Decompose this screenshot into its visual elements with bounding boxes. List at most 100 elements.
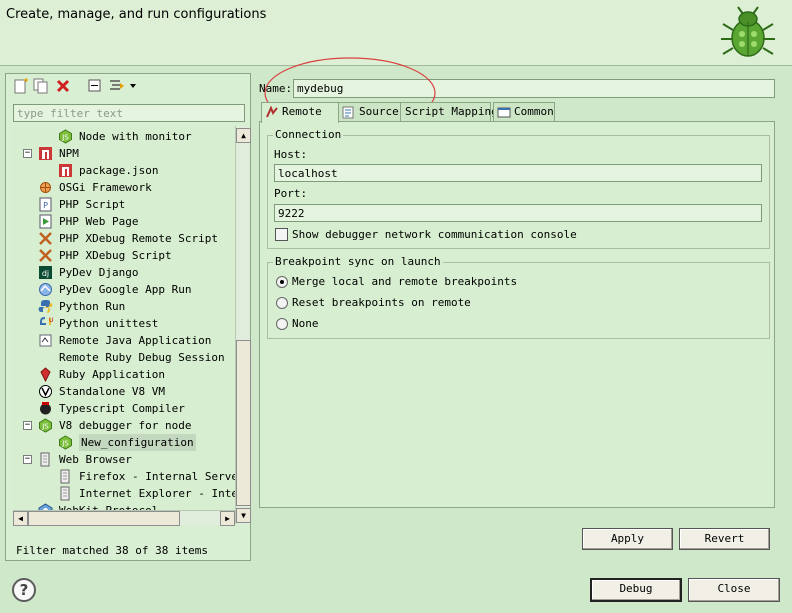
tab-script-mapping-label: Script Mapping [405, 105, 498, 118]
new-launch-config-icon [14, 78, 28, 94]
duplicate-button[interactable] [32, 77, 50, 95]
tree-item-label: PHP Script [59, 198, 126, 211]
scroll-down-button[interactable]: ▼ [236, 508, 251, 523]
help-icon[interactable]: ? [12, 578, 36, 602]
port-input[interactable] [274, 204, 762, 222]
tree-item[interactable]: Remote Java Application [13, 332, 235, 349]
remote-java-icon [38, 333, 53, 348]
collapse-toggle-icon[interactable]: − [23, 149, 32, 158]
tab-common[interactable]: Common [493, 102, 555, 122]
tree-item[interactable]: Typescript Compiler [13, 400, 235, 417]
breakpoint-sync-title: Breakpoint sync on launch [273, 255, 443, 268]
collapse-all-button[interactable] [86, 77, 104, 95]
tree-item[interactable]: Ruby Application [13, 366, 235, 383]
merge-breakpoints-radio[interactable] [276, 276, 288, 288]
none-radio[interactable] [276, 318, 288, 330]
tree-item[interactable]: P PHP Script [13, 196, 235, 213]
scroll-up-button[interactable]: ▲ [236, 128, 251, 143]
merge-breakpoints-label: Merge local and remote breakpoints [292, 275, 518, 288]
debug-button[interactable]: Debug [590, 578, 682, 602]
launch-config-list-panel: JS Node with monitor − NPMpackage.json OSGi … [5, 73, 251, 561]
tab-script-mapping[interactable]: Script Mapping [400, 102, 498, 122]
google-app-icon [38, 282, 53, 297]
config-name-input[interactable] [293, 79, 775, 98]
remote-icon [266, 106, 278, 118]
tree-item[interactable]: Firefox - Internal Server [13, 468, 235, 485]
tree-item[interactable]: dj PyDev Django [13, 264, 235, 281]
tree-item[interactable]: PHP XDebug Script [13, 247, 235, 264]
tree-item-label: PyDev Django [59, 266, 139, 279]
tree-item-label: Python Run [59, 300, 126, 313]
host-input[interactable] [274, 164, 762, 182]
collapse-toggle-icon[interactable]: − [23, 455, 32, 464]
delete-icon [56, 79, 70, 93]
tree-item[interactable]: Python Run [13, 298, 235, 315]
tree-item[interactable]: Standalone V8 VM [13, 383, 235, 400]
tree-item[interactable]: PHP Web Page [13, 213, 235, 230]
php-web-page-icon [38, 214, 53, 229]
reset-breakpoints-radio[interactable] [276, 297, 288, 309]
tree-item-label: PHP XDebug Script [59, 249, 172, 262]
python-icon [38, 299, 53, 314]
tree-item[interactable]: − JS V8 debugger for node [13, 417, 235, 434]
filter-input[interactable] [13, 104, 245, 122]
collapse-toggle-icon[interactable]: − [23, 421, 32, 430]
python-unittest-icon: U [38, 316, 53, 331]
launch-config-tree[interactable]: JS Node with monitor − NPM package.json OSGi … [13, 126, 235, 510]
scroll-left-button[interactable]: ◀ [13, 511, 28, 526]
npm-icon [38, 146, 53, 161]
tree-item-label: Firefox - Internal Server [79, 470, 235, 483]
nodejs-icon: JS [38, 418, 53, 433]
v8-icon [38, 384, 53, 399]
revert-button[interactable]: Revert [679, 528, 770, 550]
web-browser-icon [38, 452, 53, 467]
filter-menu-icon [110, 80, 124, 90]
tree-item[interactable]: package.json [13, 162, 235, 179]
delete-button[interactable] [54, 77, 72, 95]
none-label: None [292, 317, 319, 330]
tree-item[interactable]: WebKit Protocol [13, 502, 235, 510]
tree-item[interactable]: Remote Ruby Debug Session [13, 349, 235, 366]
tree-horizontal-scrollbar[interactable]: ◀ ▶ [13, 510, 235, 526]
svg-text:JS: JS [61, 134, 69, 142]
collapse-all-icon [88, 79, 101, 92]
npm-icon [58, 163, 73, 178]
tree-item[interactable]: U Python unittest [13, 315, 235, 332]
tab-common-label: Common [514, 105, 554, 118]
view-menu-button[interactable] [128, 77, 138, 95]
php-script-icon: P [38, 197, 53, 212]
close-button[interactable]: Close [688, 578, 780, 602]
host-label: Host: [274, 148, 308, 161]
tree-item-label: Typescript Compiler [59, 402, 185, 415]
typescript-icon [38, 401, 53, 416]
debug-bug-icon [721, 6, 775, 57]
tree-item[interactable]: PyDev Google App Run [13, 281, 235, 298]
tree-item[interactable]: JS New_configuration [13, 434, 235, 451]
hscrollbar-thumb[interactable] [28, 511, 180, 526]
tree-item[interactable]: OSGi Framework [13, 179, 235, 196]
new-launch-config-button[interactable] [12, 77, 30, 95]
tree-item[interactable]: JS Node with monitor [13, 128, 235, 145]
tab-source[interactable]: Source [338, 102, 401, 122]
tree-item[interactable]: − NPM [13, 145, 235, 162]
tree-item-label: Standalone V8 VM [59, 385, 165, 398]
show-console-checkbox[interactable] [275, 228, 288, 241]
duplicate-icon [33, 78, 48, 94]
apply-button[interactable]: Apply [582, 528, 673, 550]
scroll-right-button[interactable]: ▶ [220, 511, 235, 526]
tree-item-label: PHP Web Page [59, 215, 139, 228]
tree-item-label: PHP XDebug Remote Script [59, 232, 218, 245]
tree-item[interactable]: Internet Explorer - Intern [13, 485, 235, 502]
tree-vertical-scrollbar[interactable]: ▲ ▼ [235, 126, 251, 524]
scrollbar-thumb[interactable] [236, 340, 251, 506]
filter-menu-button[interactable] [108, 77, 126, 95]
tab-source-label: Source [359, 105, 399, 118]
source-icon [342, 106, 354, 119]
tree-item[interactable]: − Web Browser [13, 451, 235, 468]
osgi-icon [38, 180, 53, 195]
tree-item[interactable]: PHP XDebug Remote Script [13, 230, 235, 247]
tree-item-label: Remote Java Application [59, 334, 212, 347]
common-icon [497, 107, 511, 118]
web-browser-icon [58, 469, 73, 484]
tab-remote[interactable]: Remote [261, 102, 339, 123]
